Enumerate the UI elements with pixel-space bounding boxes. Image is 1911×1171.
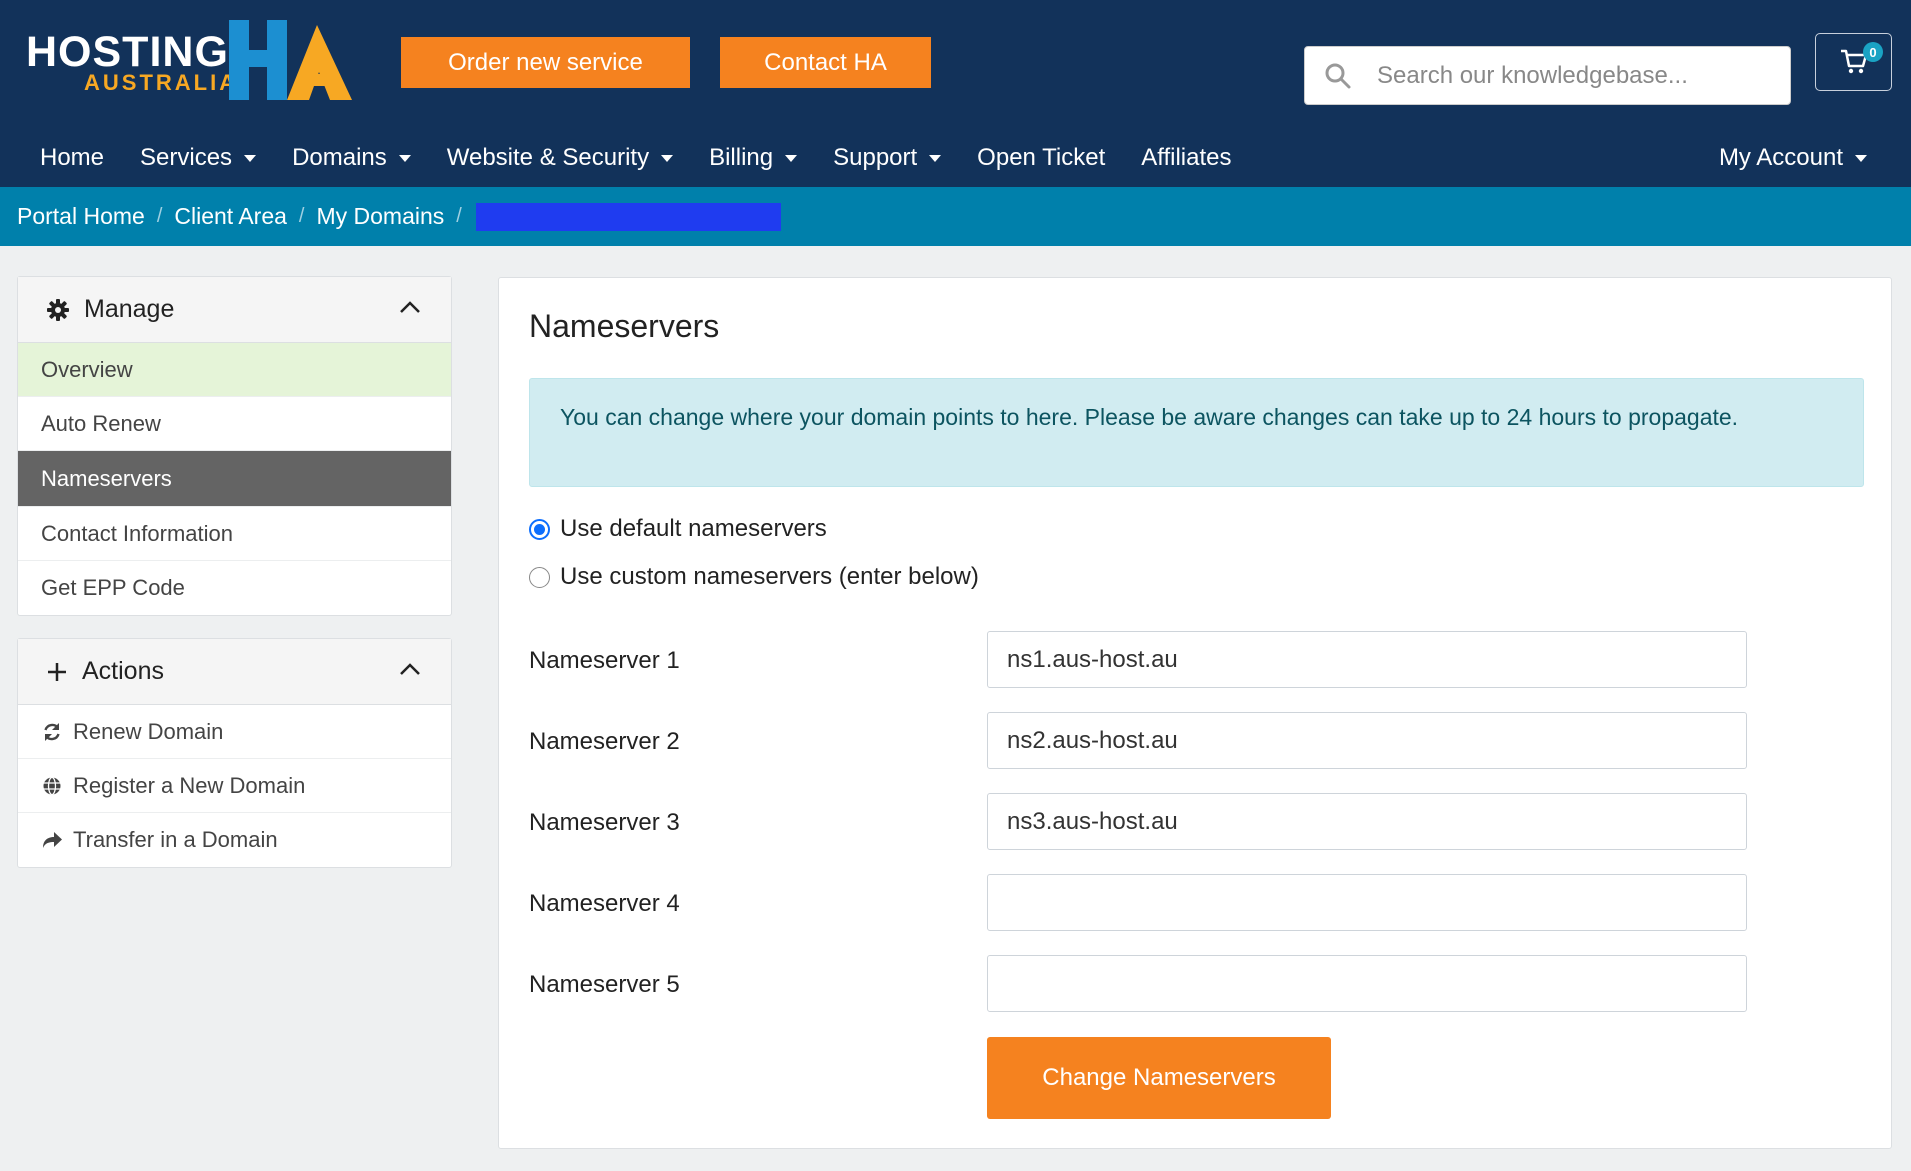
sidebar-item-register-new-domain[interactable]: Register a New Domain [18, 759, 451, 813]
main-nav: Home Services Domains Website & Security… [22, 135, 1250, 181]
nav-billing[interactable]: Billing [691, 144, 815, 172]
nameserver-2-label: Nameserver 2 [529, 728, 680, 755]
nav-my-account[interactable]: My Account [1701, 144, 1885, 172]
nameserver-4-input[interactable] [987, 874, 1747, 931]
breadcrumb-my-domains[interactable]: My Domains [316, 203, 444, 230]
knowledgebase-search[interactable] [1304, 46, 1791, 105]
nav-affiliates[interactable]: Affiliates [1123, 144, 1249, 172]
redacted-domain-name [475, 202, 781, 231]
chevron-up-icon[interactable] [399, 300, 421, 314]
search-input[interactable] [1377, 61, 1777, 90]
order-new-service-button[interactable]: Order new service [401, 37, 690, 88]
caret-down-icon [244, 154, 257, 162]
nav-label: Home [40, 144, 105, 171]
nav-home[interactable]: Home [22, 144, 122, 172]
actions-panel-header[interactable]: Actions [18, 639, 451, 705]
manage-panel: Manage Overview Auto Renew Nameservers C… [17, 276, 452, 616]
sidebar-item-label: Renew Domain [73, 718, 224, 744]
nav-label: Support [833, 144, 918, 171]
nameserver-4-label: Nameserver 4 [529, 890, 680, 917]
cart-button[interactable]: 0 [1815, 33, 1892, 91]
globe-icon [41, 775, 63, 797]
share-arrow-icon [41, 829, 63, 851]
sidebar-item-auto-renew[interactable]: Auto Renew [18, 397, 451, 451]
breadcrumb-portal-home[interactable]: Portal Home [17, 203, 145, 230]
chevron-up-icon[interactable] [399, 662, 421, 676]
nav-label: Affiliates [1141, 144, 1232, 171]
radio-default-nameservers[interactable]: Use default nameservers [529, 515, 827, 543]
change-nameservers-button[interactable]: Change Nameservers [987, 1037, 1331, 1119]
nameservers-card: Nameservers You can change where your do… [498, 277, 1892, 1149]
nameserver-2-input[interactable] [987, 712, 1747, 769]
nav-label: Website & Security [446, 144, 650, 171]
nav-services[interactable]: Services [122, 144, 274, 172]
nav-label: Billing [709, 144, 774, 171]
breadcrumb: Portal Home / Client Area / My Domains / [0, 187, 1911, 246]
nameserver-5-input[interactable] [987, 955, 1747, 1012]
caret-down-icon [929, 154, 942, 162]
nav-domains[interactable]: Domains [274, 144, 429, 172]
nav-label: My Account [1718, 144, 1843, 171]
top-header: HOSTING AUSTRALIA Order new service Cont… [0, 0, 1911, 187]
actions-panel-title: Actions [82, 657, 164, 685]
ha-logo-mark-icon [229, 20, 352, 100]
caret-down-icon [661, 154, 674, 162]
breadcrumb-separator: / [456, 205, 462, 227]
manage-panel-header[interactable]: Manage [18, 277, 451, 343]
nav-label: Open Ticket [977, 144, 1106, 171]
contact-ha-button[interactable]: Contact HA [720, 37, 931, 88]
hosting-australia-logo[interactable]: HOSTING AUSTRALIA [26, 20, 356, 100]
nameserver-3-label: Nameserver 3 [529, 809, 680, 836]
radio-button[interactable] [529, 566, 550, 588]
sidebar-item-label: Register a New Domain [73, 772, 306, 798]
nameserver-1-label: Nameserver 1 [529, 647, 680, 674]
sidebar-item-overview[interactable]: Overview [18, 343, 451, 397]
caret-down-icon [1855, 154, 1867, 162]
nav-label: Services [140, 144, 233, 171]
radio-label: Use custom nameservers (enter below) [560, 563, 979, 590]
nav-open-ticket[interactable]: Open Ticket [959, 144, 1123, 172]
breadcrumb-separator: / [298, 205, 305, 227]
breadcrumb-client-area[interactable]: Client Area [174, 203, 287, 230]
nameserver-5-label: Nameserver 5 [529, 971, 680, 998]
sidebar-item-transfer-domain[interactable]: Transfer in a Domain [18, 813, 451, 867]
search-icon [1325, 63, 1351, 88]
logo-subtext: AUSTRALIA [84, 70, 239, 95]
nav-label: Domains [292, 144, 387, 171]
nameserver-3-input[interactable] [987, 793, 1747, 850]
sidebar-item-renew-domain[interactable]: Renew Domain [18, 705, 451, 759]
actions-panel: Actions Renew Domain Register a New Doma… [17, 638, 452, 868]
sidebar-item-nameservers[interactable]: Nameservers [18, 451, 451, 507]
refresh-icon [41, 721, 63, 743]
gear-icon [47, 298, 69, 321]
sidebar-item-get-epp-code[interactable]: Get EPP Code [18, 561, 451, 615]
sidebar-item-label: Transfer in a Domain [73, 827, 278, 852]
breadcrumb-separator: / [156, 205, 163, 227]
sidebar-item-contact-information[interactable]: Contact Information [18, 507, 451, 561]
radio-custom-nameservers[interactable]: Use custom nameservers (enter below) [529, 563, 979, 591]
manage-panel-title: Manage [84, 295, 175, 323]
radio-button-checked[interactable] [529, 518, 550, 540]
nav-support[interactable]: Support [815, 144, 959, 172]
account-nav: My Account [1701, 135, 1885, 181]
nameserver-1-input[interactable] [987, 631, 1747, 688]
info-alert: You can change where your domain points … [529, 378, 1864, 487]
page-title: Nameservers [529, 308, 720, 344]
nav-website-security[interactable]: Website & Security [429, 144, 691, 172]
caret-down-icon [785, 154, 798, 162]
plus-icon [48, 662, 66, 681]
radio-label: Use default nameservers [560, 515, 827, 542]
caret-down-icon [398, 154, 411, 162]
cart-count-badge: 0 [1863, 42, 1883, 62]
